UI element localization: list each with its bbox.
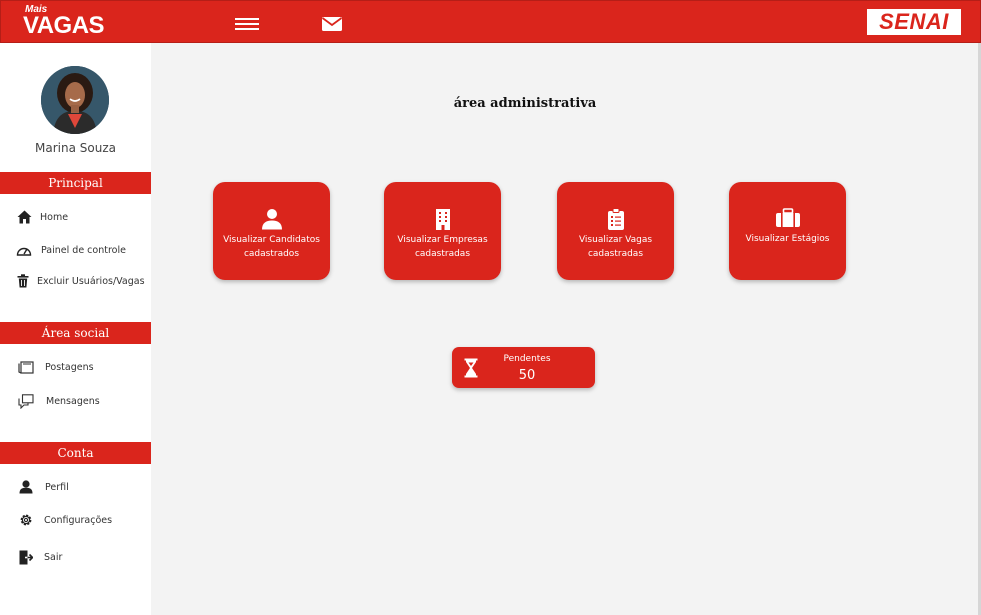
- mais-vagas-logo[interactable]: Mais VAGAS: [23, 5, 105, 39]
- user-icon: [18, 479, 34, 495]
- gauge-icon: [16, 242, 32, 258]
- section-social-title: Área social: [0, 322, 151, 344]
- logout-icon: [18, 549, 34, 565]
- building-icon: [384, 208, 501, 232]
- card-label: Visualizar Empresas cadastradas: [397, 235, 488, 259]
- sidebar-item-perfil[interactable]: Perfil: [0, 474, 151, 500]
- section-principal-title: Principal: [0, 172, 151, 194]
- section-conta-title: Conta: [0, 442, 151, 464]
- sidebar-item-label: Excluir Usuários/Vagas: [37, 275, 145, 287]
- view-candidates-button[interactable]: Visualizar Candidatos cadastrados: [213, 182, 330, 280]
- sidebar-item-configuracoes[interactable]: Configurações: [0, 507, 151, 533]
- user-name: Marina Souza: [35, 141, 116, 155]
- sidebar-item-label: Perfil: [45, 481, 69, 493]
- clipboard-icon: [557, 208, 674, 232]
- view-companies-button[interactable]: Visualizar Empresas cadastradas: [384, 182, 501, 280]
- page-title: área administrativa: [453, 96, 597, 111]
- sidebar: Marina Souza Principal Home Painel de co…: [0, 43, 151, 615]
- view-jobs-button[interactable]: Visualizar Vagas cadastradas: [557, 182, 674, 280]
- user-icon: [213, 208, 330, 232]
- senai-logo: SENAI: [867, 9, 961, 35]
- hamburger-menu-icon[interactable]: [235, 17, 259, 31]
- sidebar-item-label: Sair: [44, 551, 63, 563]
- sidebar-item-label: Postagens: [45, 361, 94, 373]
- trash-icon: [15, 273, 31, 289]
- logo-big-text: VAGAS: [23, 12, 105, 39]
- sidebar-item-mensagens[interactable]: Mensagens: [0, 388, 151, 414]
- chat-icon: [18, 393, 34, 409]
- pending-count: 50: [518, 368, 536, 383]
- sidebar-item-home[interactable]: Home: [0, 204, 151, 230]
- sidebar-item-sair[interactable]: Sair: [0, 544, 151, 570]
- gear-icon: [18, 512, 34, 528]
- sidebar-item-label: Painel de controle: [41, 244, 126, 256]
- sidebar-item-postagens[interactable]: Postagens: [0, 354, 151, 380]
- posts-icon: [18, 359, 34, 375]
- sidebar-item-label: Home: [40, 211, 69, 223]
- card-label: Visualizar Candidatos cadastrados: [223, 235, 320, 259]
- senai-logo-text: SENAI: [879, 9, 949, 34]
- sidebar-item-label: Mensagens: [46, 395, 100, 407]
- avatar[interactable]: [41, 66, 109, 134]
- home-icon: [16, 209, 32, 225]
- pending-label: Pendentes: [503, 354, 551, 364]
- pending-counter[interactable]: Pendentes 50: [452, 347, 595, 388]
- envelope-icon[interactable]: [321, 16, 343, 32]
- card-label: Visualizar Estágios: [745, 234, 830, 244]
- card-label: Visualizar Vagas cadastradas: [578, 235, 653, 259]
- sidebar-item-painel[interactable]: Painel de controle: [0, 237, 151, 263]
- hourglass-icon: [464, 358, 478, 378]
- briefcase-icon: [729, 208, 846, 232]
- view-internships-button[interactable]: Visualizar Estágios: [729, 182, 846, 280]
- top-bar: Mais VAGAS SENAI: [0, 0, 981, 43]
- sidebar-item-excluir[interactable]: Excluir Usuários/Vagas: [0, 268, 151, 294]
- sidebar-item-label: Configurações: [44, 514, 113, 526]
